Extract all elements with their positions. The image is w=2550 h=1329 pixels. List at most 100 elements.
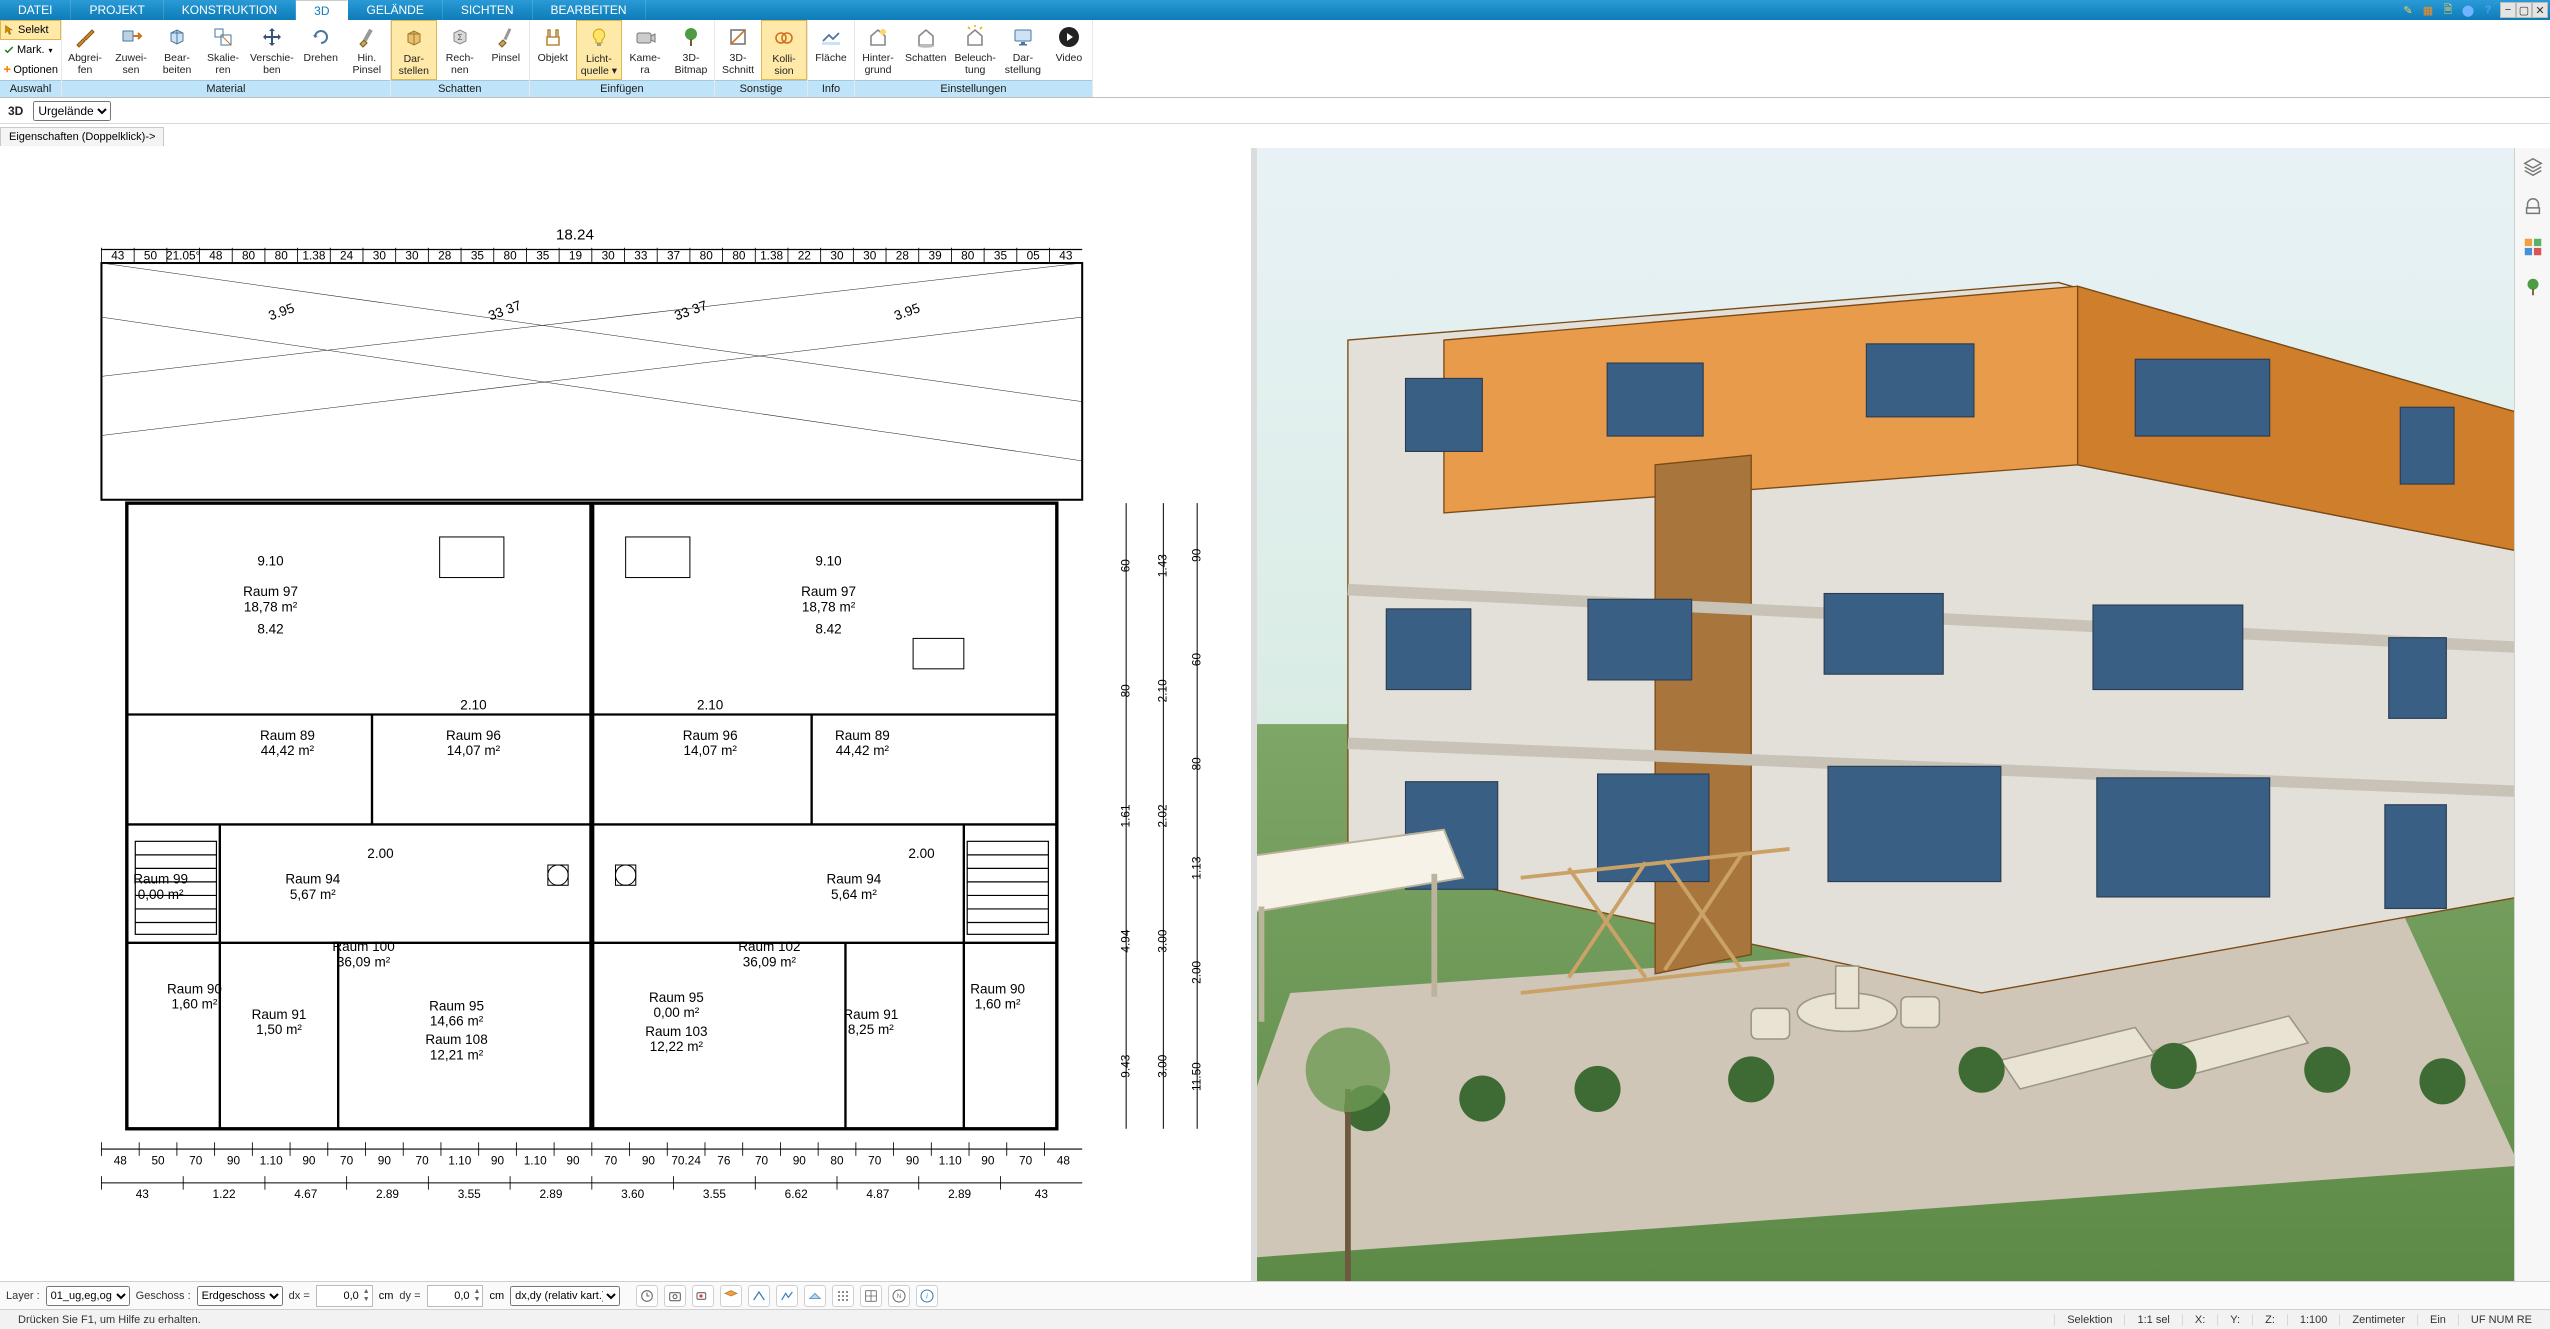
coord-mode-select[interactable]: dx,dy (relativ kart.) <box>510 1286 620 1306</box>
svg-text:28: 28 <box>438 249 452 263</box>
cube-icon <box>400 25 428 51</box>
status-flags: UF NUM RE <box>2458 1314 2544 1326</box>
geschoss-select[interactable]: Erdgeschoss <box>197 1286 283 1306</box>
status-sel: 1:1 sel <box>2124 1314 2181 1326</box>
menu-3d[interactable]: 3D <box>296 0 348 20</box>
terrain-dropdown[interactable]: Urgelände <box>33 101 111 121</box>
floorplan-viewport[interactable]: 18.24 435021.05°4880801.3824303028358035… <box>0 148 1257 1281</box>
svg-text:30: 30 <box>373 249 387 263</box>
ribbon-hintergrund[interactable]: Hinter-grund <box>855 20 901 80</box>
menu-datei[interactable]: DATEI <box>0 0 71 20</box>
help-icon[interactable]: ? <box>2480 2 2496 18</box>
svg-text:Raum 97: Raum 97 <box>801 584 856 599</box>
dy-input[interactable]: ▲▼ <box>427 1285 484 1307</box>
dx-input[interactable]: ▲▼ <box>316 1285 373 1307</box>
status-x: X: <box>2182 1314 2217 1326</box>
color-swatch-icon[interactable] <box>2520 234 2546 260</box>
status-bar: Drücken Sie F1, um Hilfe zu erhalten. Se… <box>0 1309 2550 1329</box>
restore-icon[interactable]: ▢ <box>2516 2 2532 18</box>
optionen-button[interactable]: Optionen <box>0 60 61 80</box>
layers-toggle-icon[interactable] <box>720 1285 742 1307</box>
ribbon-rechnen[interactable]: ΣRech-nen <box>437 20 483 80</box>
history-icon[interactable] <box>636 1285 658 1307</box>
furniture-icon[interactable] <box>2520 194 2546 220</box>
svg-text:80: 80 <box>275 249 289 263</box>
svg-text:1.38: 1.38 <box>760 249 783 263</box>
tool-icon-4[interactable]: ⬤ <box>2460 2 2476 18</box>
svg-text:8.42: 8.42 <box>815 621 841 636</box>
svg-text:Raum 91: Raum 91 <box>252 1007 307 1022</box>
mark-label: Mark. <box>17 44 45 56</box>
svg-text:Raum 90: Raum 90 <box>970 982 1025 997</box>
tool-icon-1[interactable]: ✎ <box>2400 2 2416 18</box>
dy-label: dy = <box>399 1290 420 1302</box>
svg-text:43: 43 <box>1035 1187 1049 1201</box>
ribbon-lichtquelle[interactable]: Licht-quelle ▾ <box>576 20 622 80</box>
plane-icon[interactable] <box>804 1285 826 1307</box>
svg-text:2.89: 2.89 <box>376 1187 399 1201</box>
menu-gelaende[interactable]: GELÄNDE <box>348 0 442 20</box>
ribbon-video[interactable]: Video <box>1046 20 1092 80</box>
svg-text:35: 35 <box>994 249 1008 263</box>
tool-icon-3[interactable]: 🗎 <box>2440 2 2456 18</box>
ribbon-abgreifen[interactable]: Abgrei-fen <box>62 20 108 80</box>
svg-text:9.43: 9.43 <box>1119 1054 1133 1077</box>
layers-icon[interactable] <box>2520 154 2546 180</box>
properties-tab[interactable]: Eigenschaften (Doppelklick)-> <box>0 127 164 146</box>
menu-konstruktion[interactable]: KONSTRUKTION <box>164 0 296 20</box>
cursor-icon <box>4 24 16 36</box>
ribbon-3d-schnitt[interactable]: 3D-Schnitt <box>715 20 761 80</box>
selekt-button[interactable]: Selekt <box>0 20 61 40</box>
minimize-icon[interactable]: − <box>2500 2 2516 18</box>
menu-bearbeiten[interactable]: BEARBEITEN <box>533 0 646 20</box>
group-label-schatten: Schatten <box>391 80 529 97</box>
svg-text:1.61: 1.61 <box>1119 804 1133 827</box>
ribbon-beleuchtung[interactable]: Beleuch-tung <box>950 20 999 80</box>
svg-text:60: 60 <box>1190 653 1204 667</box>
svg-text:70: 70 <box>189 1153 203 1167</box>
ribbon-schatten[interactable]: Schatten <box>901 20 950 80</box>
ribbon-bearbeiten[interactable]: Bear-beiten <box>154 20 200 80</box>
layer-select[interactable]: 01_ug,eg,og <box>46 1286 130 1306</box>
3d-viewport[interactable] <box>1257 148 2514 1281</box>
ribbon-verschieben[interactable]: Verschie-ben <box>246 20 298 80</box>
ribbon-darstellung[interactable]: Dar-stellung <box>1000 20 1046 80</box>
tool-icon-2[interactable]: ▦ <box>2420 2 2436 18</box>
snap2-icon[interactable] <box>776 1285 798 1307</box>
grid-dots-icon[interactable] <box>832 1285 854 1307</box>
ribbon-skalieren[interactable]: Skalie-ren <box>200 20 246 80</box>
svg-text:1,60 m²: 1,60 m² <box>975 997 1021 1012</box>
north-icon[interactable]: N <box>888 1285 910 1307</box>
ribbon-drehen[interactable]: Drehen <box>298 20 344 80</box>
record-icon[interactable] <box>692 1285 714 1307</box>
svg-text:70.24: 70.24 <box>671 1153 701 1167</box>
ribbon-flaeche[interactable]: Fläche <box>808 20 854 80</box>
unit-cm-2: cm <box>489 1290 504 1302</box>
menu-projekt[interactable]: PROJEKT <box>71 0 163 20</box>
workspace: 18.24 435021.05°4880801.3824303028358035… <box>0 148 2550 1281</box>
svg-text:1.43: 1.43 <box>1156 554 1170 577</box>
section-icon <box>724 24 752 50</box>
menu-sichten[interactable]: SICHTEN <box>443 0 533 20</box>
house-light-icon <box>961 24 989 50</box>
ribbon-zuweisen[interactable]: Zuwei-sen <box>108 20 154 80</box>
ribbon-darstellen[interactable]: Dar-stellen <box>391 20 437 80</box>
close-icon[interactable]: ✕ <box>2532 2 2548 18</box>
ribbon-3d-bitmap[interactable]: 3D-Bitmap <box>668 20 714 80</box>
tree-icon[interactable] <box>2520 274 2546 300</box>
svg-text:70: 70 <box>340 1153 354 1167</box>
snap-icon[interactable] <box>748 1285 770 1307</box>
info-icon[interactable]: i <box>916 1285 938 1307</box>
grid-lines-icon[interactable] <box>860 1285 882 1307</box>
svg-text:33: 33 <box>634 249 648 263</box>
mark-button[interactable]: Mark.▾ <box>0 40 61 60</box>
ribbon-objekt[interactable]: Objekt <box>530 20 576 80</box>
svg-text:9.10: 9.10 <box>815 554 841 569</box>
ribbon-kollision[interactable]: Kolli-sion <box>761 20 807 80</box>
ribbon-hinpinsel[interactable]: Hin.Pinsel <box>344 20 390 80</box>
snapshot-icon[interactable] <box>664 1285 686 1307</box>
ribbon-pinsel[interactable]: Pinsel <box>483 20 529 80</box>
svg-text:39: 39 <box>928 249 942 263</box>
svg-text:1.10: 1.10 <box>939 1153 962 1167</box>
ribbon-kamera[interactable]: Kame-ra <box>622 20 668 80</box>
